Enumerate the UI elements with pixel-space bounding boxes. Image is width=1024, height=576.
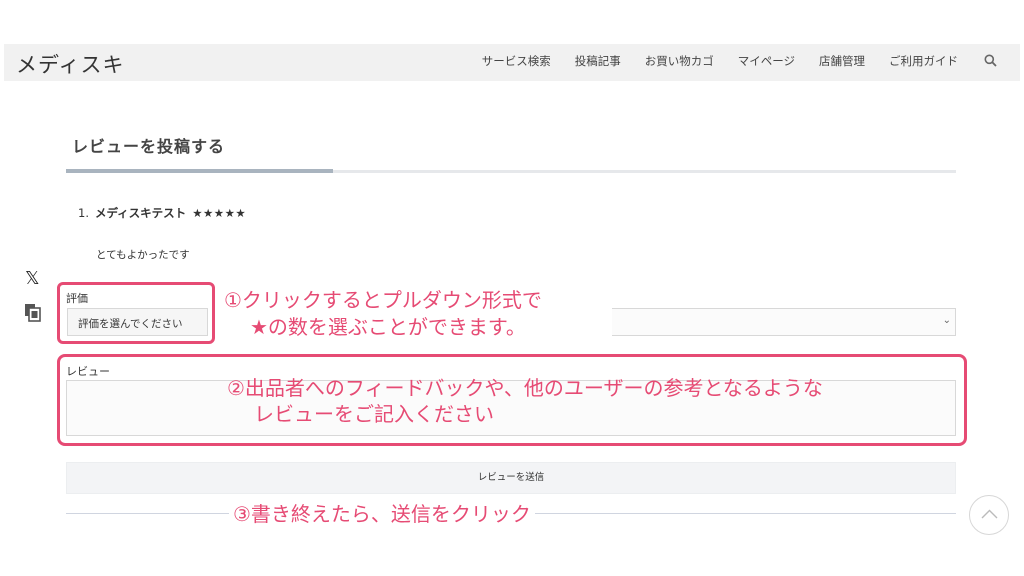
title-divider-accent — [66, 169, 333, 173]
chevron-down-icon: ⌄ — [942, 315, 951, 326]
nav-item-posted-articles[interactable]: 投稿記事 — [575, 53, 621, 69]
review-number: 1. — [78, 206, 89, 220]
review-item-header: 1. メディスキテスト ★★★★★ — [78, 205, 246, 221]
site-logo[interactable]: メディスキ — [16, 49, 125, 79]
annotation-step2-line1: ②出品者へのフィードバックや、他のユーザーの参考となるような — [227, 376, 823, 400]
nav-item-service-search[interactable]: サービス検索 — [482, 53, 551, 69]
x-share-icon[interactable]: 𝕏 — [25, 268, 40, 289]
nav-item-guide[interactable]: ご利用ガイド — [889, 53, 958, 69]
nav-item-store-management[interactable]: 店舗管理 — [819, 53, 865, 69]
annotation-step3: ③書き終えたら、送信をクリック — [229, 498, 535, 527]
annotation-step2-line2: レビューをご記入ください — [254, 402, 494, 426]
nav-item-cart[interactable]: お買い物カゴ — [645, 53, 714, 69]
chevron-up-icon — [981, 509, 998, 519]
submit-review-button[interactable]: レビューを送信 — [66, 462, 956, 494]
main-nav: サービス検索 投稿記事 お買い物カゴ マイページ 店舗管理 ご利用ガイド — [458, 53, 998, 69]
review-body-text: とてもよかったです — [96, 249, 190, 261]
reviewer-name: メディスキテスト — [94, 206, 187, 220]
annotation-step1-line1: ①クリックするとプルダウン形式で — [224, 284, 542, 313]
scroll-to-top-button[interactable] — [969, 495, 1009, 535]
nav-item-mypage[interactable]: マイページ — [738, 53, 795, 69]
search-icon[interactable] — [984, 54, 998, 68]
callout-box-rating — [57, 282, 215, 344]
annotation-step1-line2: ★の数を選ぶことができます。 — [250, 311, 526, 340]
page-title: レビューを投稿する — [72, 137, 226, 156]
rating-select-dropdown-area[interactable]: ⌄ — [612, 308, 956, 336]
site-header: メディスキ サービス検索 投稿記事 お買い物カゴ マイページ 店舗管理 ご利用ガ… — [4, 44, 1020, 81]
review-stars: ★★★★★ — [192, 206, 247, 220]
copy-icon[interactable] — [24, 303, 41, 326]
